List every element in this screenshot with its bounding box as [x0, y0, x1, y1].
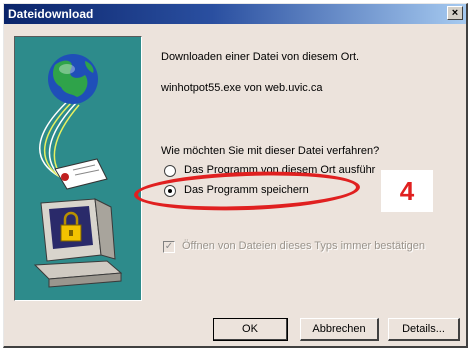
- question-text: Wie möchten Sie mit dieser Datei verfahr…: [161, 145, 380, 157]
- download-illustration: [14, 36, 142, 301]
- details-button[interactable]: Details...: [388, 318, 460, 341]
- radio-run-program[interactable]: [164, 165, 176, 177]
- globe-icon: [48, 54, 98, 104]
- close-button[interactable]: ×: [447, 6, 463, 20]
- dialog-title: Dateidownload: [8, 7, 94, 21]
- computer-icon: [33, 198, 123, 288]
- title-bar[interactable]: Dateidownload ×: [4, 4, 466, 24]
- ok-button[interactable]: OK: [213, 318, 288, 341]
- document-icon: [54, 158, 108, 190]
- confirm-checkbox[interactable]: ✓: [163, 241, 175, 253]
- download-intro-text: Downloaden einer Datei von diesem Ort.: [161, 51, 360, 63]
- illustration-art: [33, 54, 123, 288]
- confirm-checkbox-label[interactable]: Öffnen von Dateien dieses Typs immer bes…: [182, 240, 425, 252]
- file-source-text: winhotpot55.exe von web.uvic.ca: [161, 82, 323, 94]
- cancel-button[interactable]: Abbrechen: [300, 318, 379, 341]
- step-number-badge: 4: [381, 170, 433, 212]
